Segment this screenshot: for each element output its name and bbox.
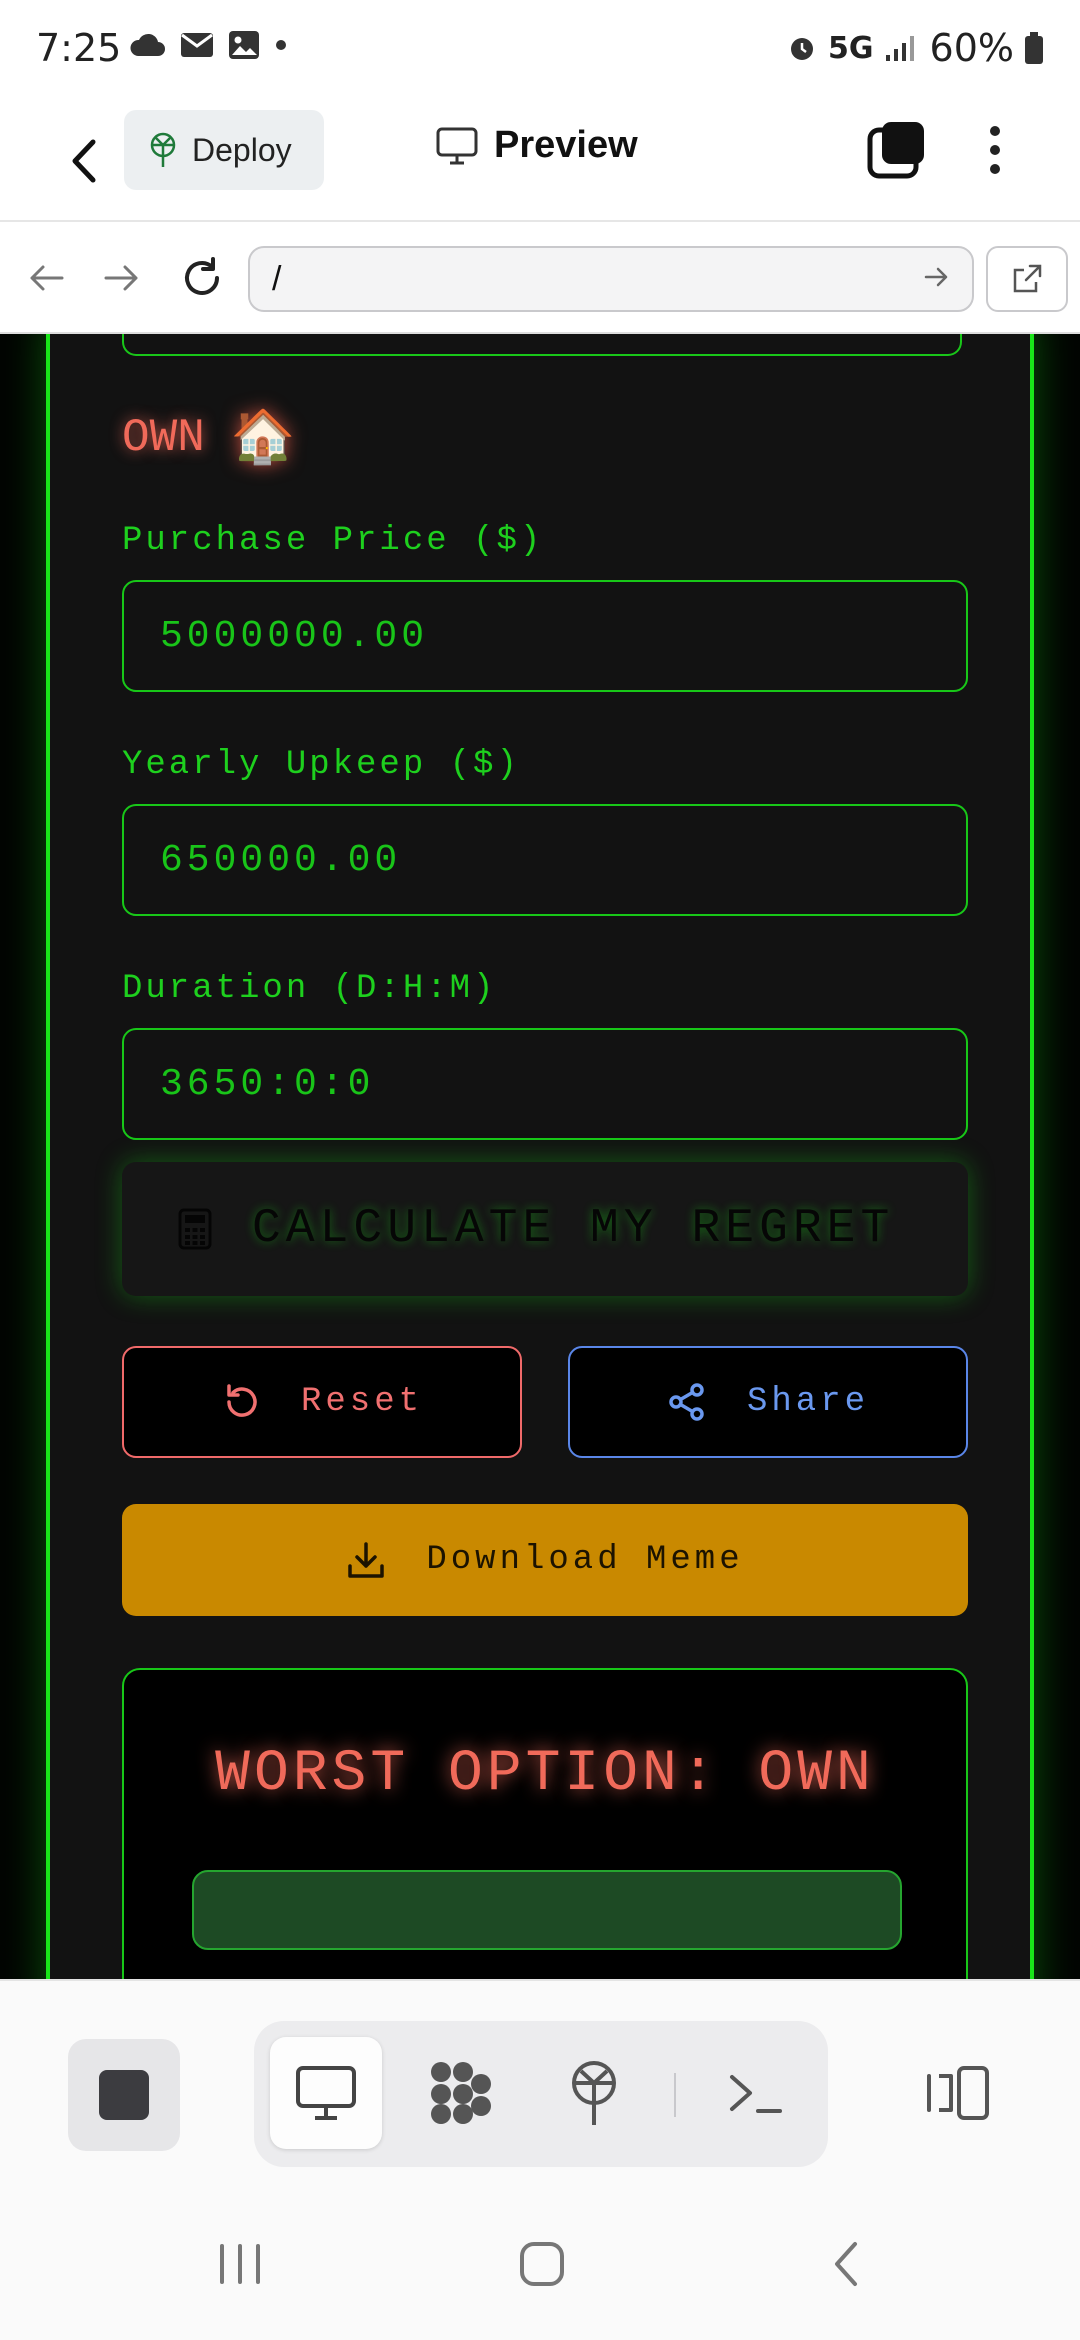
own-section-title: OWN 🏠 <box>122 406 296 470</box>
more-options-button[interactable] <box>980 118 1010 182</box>
dock-tab-group <box>254 2021 828 2167</box>
dock-separator <box>674 2073 676 2117</box>
calculate-button[interactable]: CALCULATE MY REGRET <box>122 1162 968 1296</box>
preview-content: OWN 🏠 Purchase Price ($) 5000000.00 Year… <box>0 334 1080 1979</box>
split-view-button[interactable] <box>918 2043 998 2143</box>
share-icon <box>669 1383 704 1421</box>
reset-icon <box>227 1384 257 1417</box>
cloud-icon <box>130 33 165 56</box>
result-highlight-bar <box>192 1870 902 1950</box>
previous-field-edge <box>122 334 962 356</box>
url-text: / <box>272 259 282 298</box>
more-dot <box>990 126 1000 136</box>
purchase-price-input[interactable]: 5000000.00 <box>122 580 968 692</box>
deploy-label: Deploy <box>192 131 292 168</box>
mail-icon <box>181 33 213 57</box>
battery-icon <box>1025 32 1043 64</box>
home-button[interactable] <box>502 2229 582 2299</box>
deploy-icon <box>572 2061 616 2125</box>
dock-deploy-tab[interactable] <box>538 2037 650 2149</box>
url-input[interactable]: / <box>248 246 974 312</box>
stop-icon <box>99 2070 149 2120</box>
terminal-icon <box>730 2075 782 2113</box>
notification-icons <box>128 30 288 60</box>
duration-input[interactable]: 3650:0:0 <box>122 1028 968 1140</box>
more-dot <box>990 164 1000 174</box>
recent-apps-button[interactable] <box>200 2229 280 2299</box>
yearly-upkeep-input[interactable]: 650000.00 <box>122 804 968 916</box>
reload-button[interactable] <box>176 252 228 304</box>
deploy-button[interactable]: Deploy <box>124 110 324 190</box>
nav-back-button[interactable] <box>20 252 72 304</box>
duration-value: 3650:0:0 <box>160 1062 375 1106</box>
arrow-right-icon <box>104 265 138 291</box>
network-type: 5G <box>828 30 874 66</box>
reset-button[interactable]: Reset <box>122 1346 522 1458</box>
more-dot <box>990 145 1000 155</box>
result-title: WORST OPTION: OWN <box>215 1742 875 1807</box>
image-icon <box>229 31 259 59</box>
layers-icon <box>867 122 924 179</box>
calculator-icon <box>178 1208 212 1250</box>
alarm-icon <box>791 38 814 60</box>
status-time: 7:25 <box>36 26 122 70</box>
preview-label: Preview <box>494 124 638 166</box>
stop-button[interactable] <box>68 2039 180 2151</box>
calculator-panel: OWN 🏠 Purchase Price ($) 5000000.00 Year… <box>46 334 1034 1979</box>
dot-icon <box>276 40 286 50</box>
bottom-dock <box>0 1979 1080 2198</box>
preview-tab-title: Preview <box>436 124 638 167</box>
agent-icon <box>431 2062 491 2124</box>
reset-label: Reset <box>300 1383 424 1421</box>
share-button[interactable]: Share <box>568 1346 968 1458</box>
dock-agent-tab[interactable] <box>404 2037 516 2149</box>
status-bar: 7:25 5G 60% <box>0 0 1080 100</box>
chevron-left-icon <box>72 139 96 183</box>
url-go-button[interactable] <box>922 262 952 301</box>
recent-apps-icon <box>220 2244 260 2284</box>
purchase-price-value: 5000000.00 <box>160 614 429 658</box>
download-icon <box>348 1542 385 1578</box>
system-navigation-bar <box>0 2179 1080 2340</box>
monitor-icon <box>436 127 478 164</box>
share-label: Share <box>746 1383 870 1421</box>
tabs-switcher-button[interactable] <box>866 118 930 182</box>
purchase-price-label: Purchase Price ($) <box>122 522 544 560</box>
own-title-text: OWN <box>122 412 205 464</box>
signal-icon <box>885 36 914 61</box>
system-indicators: 5G 60% <box>786 26 1044 70</box>
dock-preview-tab[interactable] <box>270 2037 382 2149</box>
app-toolbar: Deploy Preview <box>0 100 1080 222</box>
external-link-icon <box>1013 264 1042 293</box>
nav-forward-button[interactable] <box>96 252 148 304</box>
home-icon <box>520 2242 564 2286</box>
house-icon: 🏠 <box>230 411 296 470</box>
arrow-right-icon <box>924 267 948 287</box>
calculate-label: CALCULATE MY REGRET <box>252 1202 895 1256</box>
dock-console-tab[interactable] <box>700 2037 812 2149</box>
yearly-upkeep-label: Yearly Upkeep ($) <box>122 746 520 784</box>
battery-percent: 60% <box>929 26 1014 70</box>
arrow-left-icon <box>30 265 64 291</box>
download-meme-button[interactable]: Download Meme <box>122 1504 968 1616</box>
monitor-icon <box>296 2066 356 2120</box>
open-external-button[interactable] <box>986 246 1068 312</box>
back-button[interactable] <box>54 126 114 196</box>
system-back-button[interactable] <box>806 2229 886 2299</box>
duration-label: Duration (D:H:M) <box>122 970 497 1008</box>
download-label: Download Meme <box>426 1541 744 1579</box>
reload-icon <box>185 257 219 295</box>
browser-navbar: / <box>0 222 1080 334</box>
split-view-icon <box>927 2066 989 2120</box>
result-card: WORST OPTION: OWN <box>122 1668 968 1979</box>
yearly-upkeep-value: 650000.00 <box>160 838 402 882</box>
chevron-left-icon <box>835 2242 857 2286</box>
deploy-icon <box>150 132 176 167</box>
